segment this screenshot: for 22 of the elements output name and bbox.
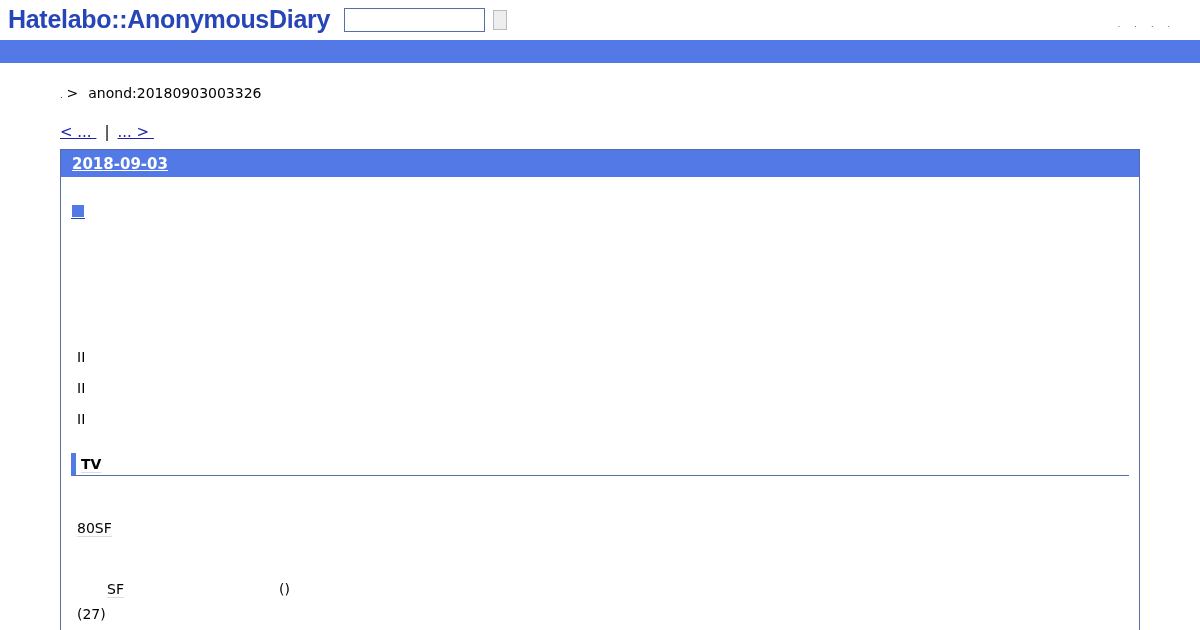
body-text: II [77, 411, 86, 427]
body-text: II [77, 380, 86, 396]
pager-separator: | [104, 123, 110, 141]
site-logo[interactable]: Hatelabo::AnonymousDiary [8, 5, 330, 34]
section-heading: TV [81, 456, 102, 473]
body-text: (27) [77, 606, 106, 622]
breadcrumb-separator: > [66, 85, 79, 101]
keyword-link[interactable]: 80SF [77, 520, 112, 537]
home-link[interactable]: . [60, 91, 63, 100]
header-link[interactable]: . [1134, 19, 1137, 29]
keyword-link[interactable]: SF [107, 581, 124, 598]
header-link[interactable]: . [1167, 19, 1170, 29]
section-anchor-icon[interactable] [71, 205, 85, 219]
search-field[interactable] [344, 8, 485, 32]
entry-id: anond:20180903003326 [88, 85, 262, 101]
previous-link[interactable]: < ... [60, 123, 97, 141]
body-text: () [279, 581, 290, 597]
header-link[interactable]: . [1150, 19, 1154, 29]
date-link[interactable]: 2018-09-03 [72, 154, 168, 173]
next-link[interactable]: ... > [117, 123, 154, 141]
header-link[interactable]: . [1117, 19, 1121, 29]
body-text: II [77, 349, 86, 365]
